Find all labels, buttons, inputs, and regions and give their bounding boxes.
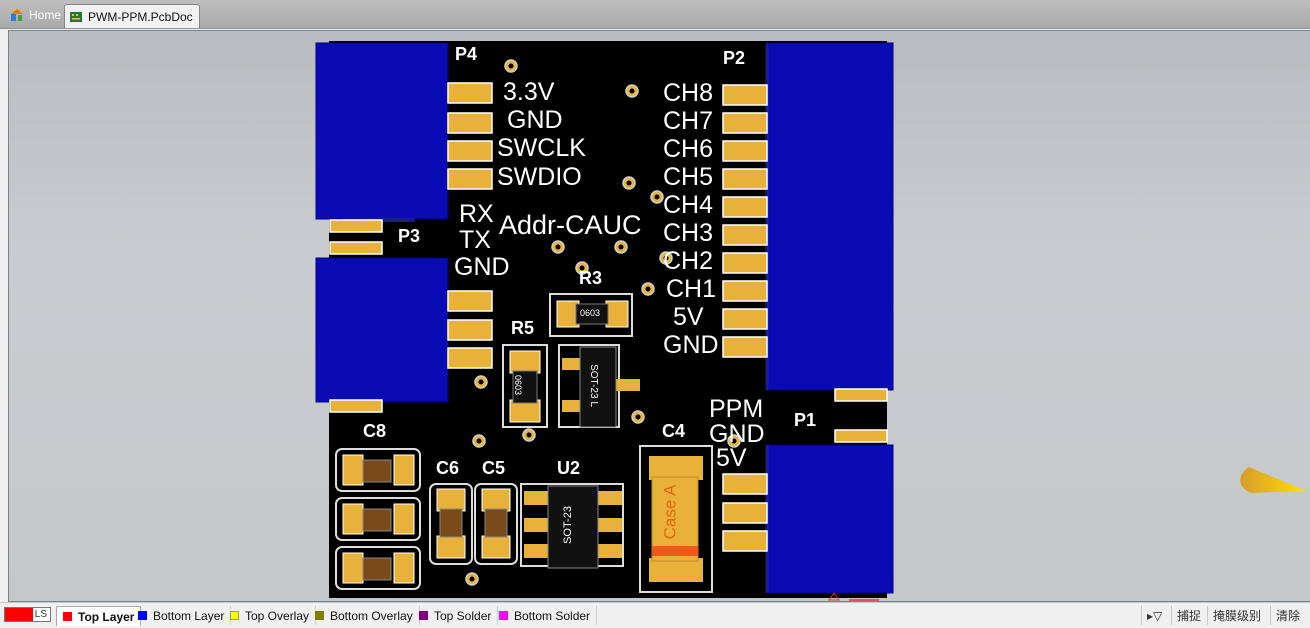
connector-p1-body[interactable]	[766, 444, 894, 594]
mask-level-button[interactable]: 掩膜级别	[1207, 606, 1266, 625]
pcb-doc-icon	[69, 10, 83, 24]
layer-tab-bottom-layer[interactable]: Bottom Layer	[132, 606, 232, 625]
layer-tab-bottom-overlay[interactable]: Bottom Overlay	[309, 606, 420, 625]
snap-button[interactable]: 捕捉	[1171, 606, 1206, 625]
layer-color-swatch	[419, 611, 428, 620]
layer-color-swatch	[230, 611, 239, 620]
layer-tab-bottom-solder[interactable]: Bottom Solder	[493, 606, 598, 625]
home-icon	[10, 8, 24, 22]
tab-home[interactable]: Home	[6, 4, 67, 26]
layer-color-swatch	[63, 612, 72, 621]
layer-color-swatch	[138, 611, 147, 620]
view-direction-cone	[1240, 467, 1306, 493]
clear-button[interactable]: 清除	[1270, 606, 1305, 625]
layer-tab-top-overlay[interactable]: Top Overlay	[224, 606, 317, 625]
layer-tab-top-solder[interactable]: Top Solder	[413, 606, 499, 625]
layer-tab-top-layer[interactable]: Top Layer	[56, 606, 142, 626]
document-tab-bar: Home PWM-PPM.PcbDoc	[0, 0, 1310, 29]
layer-tabs-bar: LS Top Layer Bottom Layer Top Overlay Bo…	[0, 602, 1310, 628]
layer-color-swatch	[315, 611, 324, 620]
filter-icon: ▸▽	[1147, 608, 1163, 623]
tab-pcbdoc[interactable]: PWM-PPM.PcbDoc	[64, 4, 200, 28]
pcb-view	[315, 41, 1306, 601]
connector-p3-body[interactable]	[315, 257, 449, 403]
layer-scroll-filter[interactable]: ▸▽	[1141, 606, 1167, 625]
regulator-u2[interactable]	[520, 483, 624, 569]
connector-p4-body[interactable]	[315, 42, 449, 220]
pcb-canvas[interactable]	[8, 30, 1310, 602]
tab-pcbdoc-label: PWM-PPM.PcbDoc	[88, 9, 193, 24]
layer-color-swatch	[499, 611, 508, 620]
connector-p2-body[interactable]	[766, 42, 894, 391]
layer-set-indicator[interactable]: LS	[4, 607, 51, 622]
tab-home-label: Home	[29, 8, 62, 22]
